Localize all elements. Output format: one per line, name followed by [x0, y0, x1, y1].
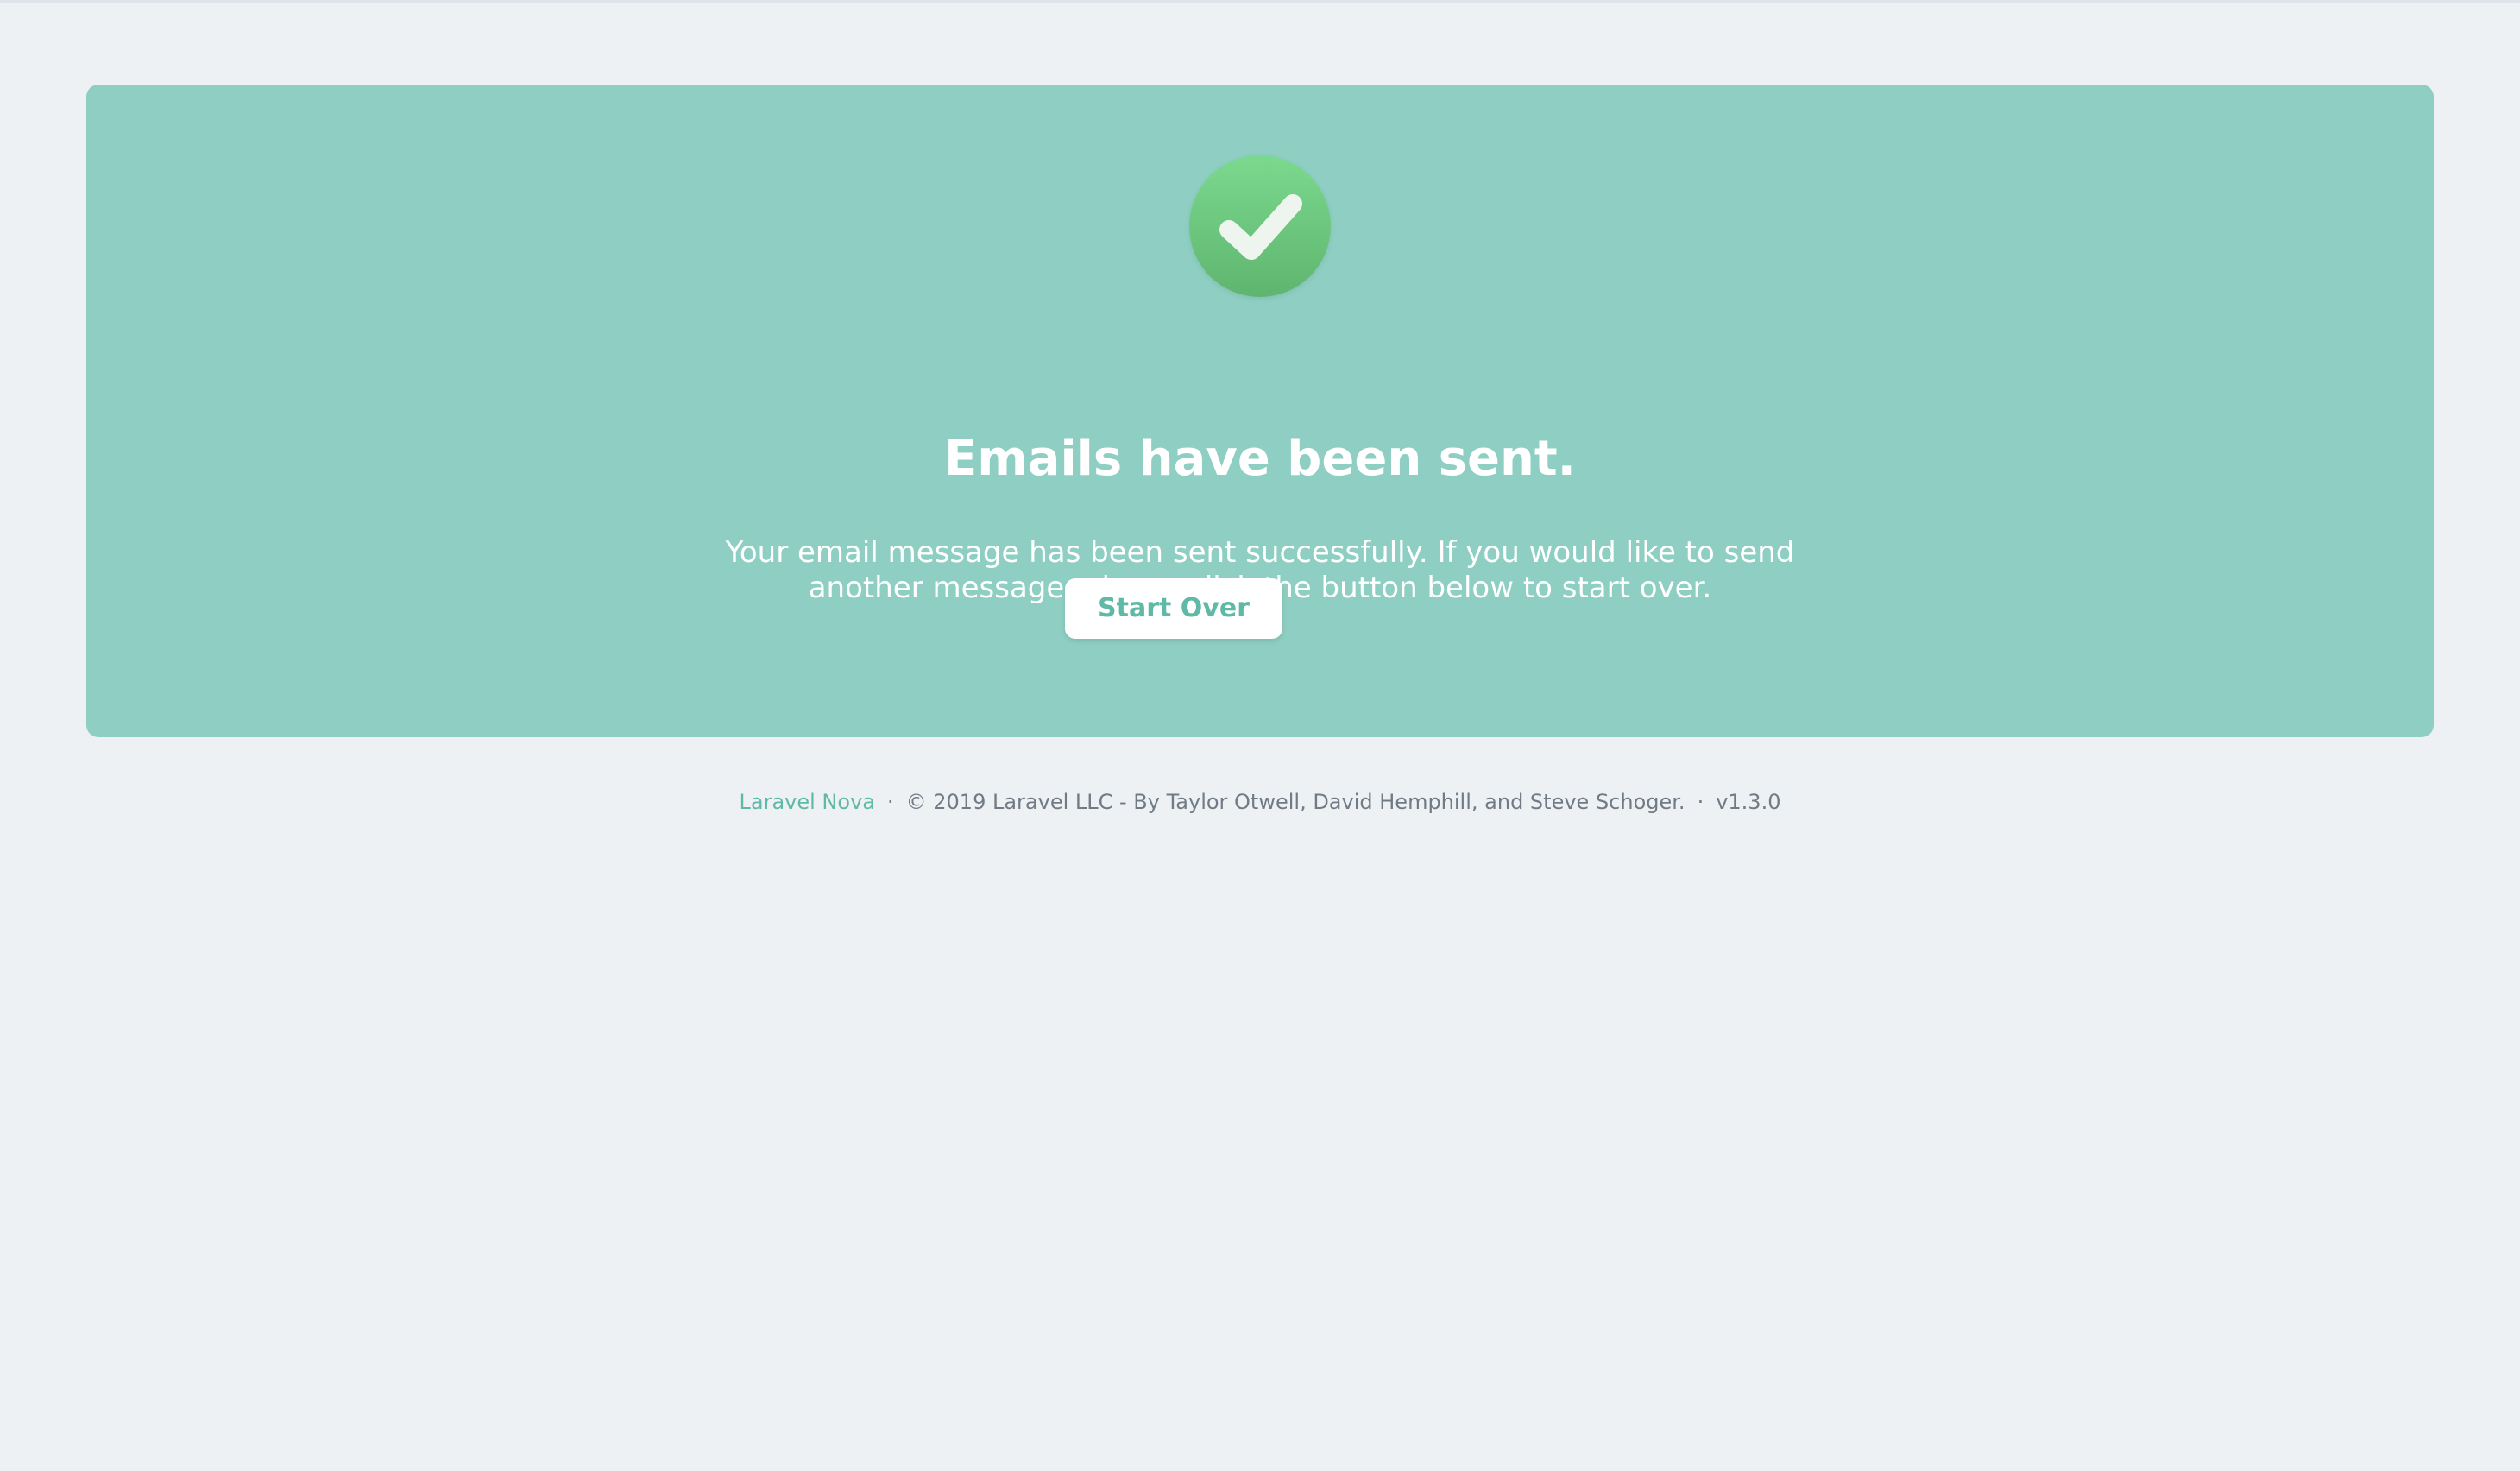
success-card: Emails have been sent. Your email messag… [86, 85, 2434, 737]
success-heading: Emails have been sent. [944, 431, 1576, 487]
start-over-button[interactable]: Start Over [1065, 578, 1282, 639]
footer-version: v1.3.0 [1716, 790, 1781, 814]
footer: Laravel Nova · © 2019 Laravel LLC - By Tay… [0, 787, 2520, 817]
checkmark-icon [1219, 194, 1302, 260]
top-divider [0, 0, 2520, 3]
success-badge [1189, 155, 1331, 297]
footer-copyright: © 2019 Laravel LLC - By Taylor Otwell, D… [905, 790, 1685, 814]
laravel-nova-link[interactable]: Laravel Nova [740, 790, 875, 814]
footer-separator: · [1697, 790, 1704, 814]
footer-separator: · [886, 790, 894, 814]
